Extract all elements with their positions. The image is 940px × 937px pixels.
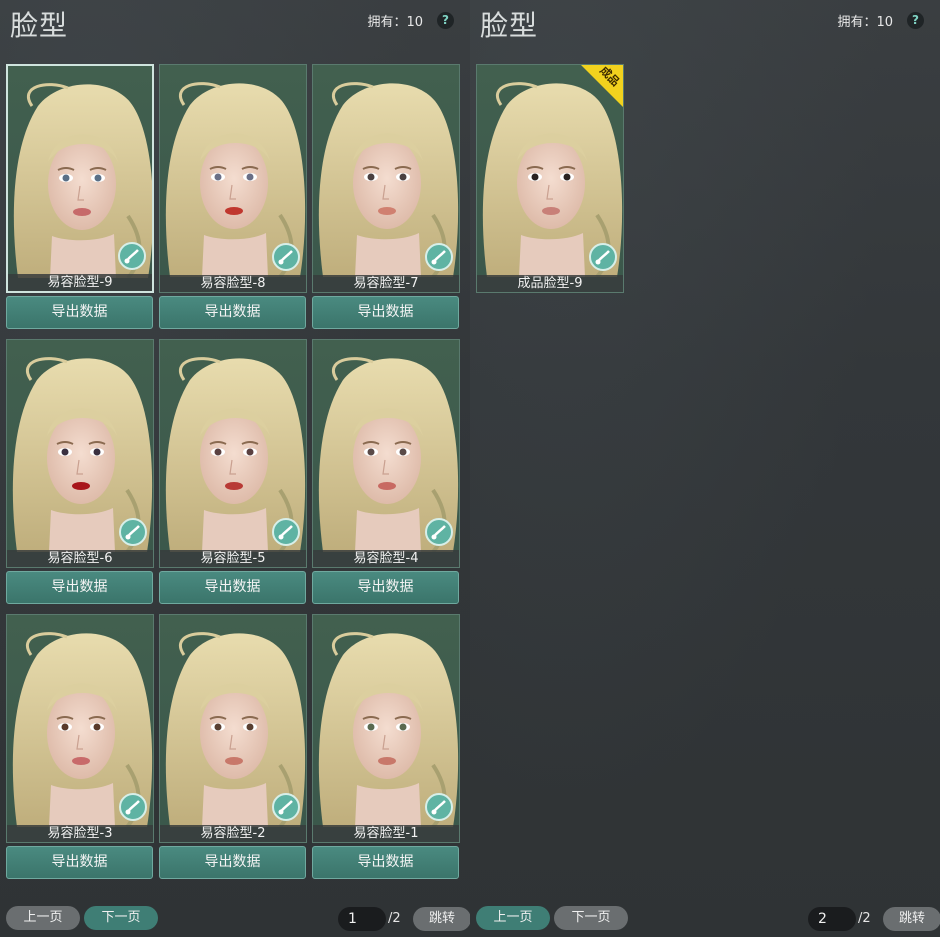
brush-icon[interactable] xyxy=(425,243,453,271)
face-card[interactable]: 易容脸型-7 xyxy=(312,64,460,293)
owned-label: 拥有：10 xyxy=(367,15,423,30)
brush-icon-glyph xyxy=(431,800,446,815)
page-number-input[interactable] xyxy=(338,907,386,931)
brush-icon[interactable] xyxy=(119,793,147,821)
face-card[interactable]: 易容脸型-4 xyxy=(312,339,460,568)
export-data-button[interactable]: 导出数据 xyxy=(312,846,459,879)
brush-icon-glyph xyxy=(595,250,610,265)
page-total: /2 xyxy=(388,911,401,926)
next-page-button[interactable]: 下一页 xyxy=(554,906,628,930)
export-data-button[interactable]: 导出数据 xyxy=(312,571,459,604)
jump-button[interactable]: 跳转 xyxy=(413,907,471,931)
face-card-label: 易容脸型-3 xyxy=(7,825,153,842)
face-card-label: 易容脸型-2 xyxy=(160,825,306,842)
face-card-label: 易容脸型-4 xyxy=(313,550,459,567)
panel-title: 脸型 xyxy=(10,9,69,42)
page-number-input[interactable] xyxy=(808,907,856,931)
brush-icon[interactable] xyxy=(272,243,300,271)
brush-icon[interactable] xyxy=(425,793,453,821)
brush-icon-glyph xyxy=(125,800,140,815)
export-data-button[interactable]: 导出数据 xyxy=(6,846,153,879)
brush-icon-glyph xyxy=(278,525,293,540)
page-total: /2 xyxy=(858,911,871,926)
face-card[interactable]: 易容脸型-5 xyxy=(159,339,307,568)
face-card[interactable]: 易容脸型-8 xyxy=(159,64,307,293)
brush-icon-glyph xyxy=(431,250,446,265)
brush-icon-glyph xyxy=(431,525,446,540)
panel-title: 脸型 xyxy=(480,9,539,42)
brush-icon[interactable] xyxy=(118,242,146,270)
face-card-label: 易容脸型-1 xyxy=(313,825,459,842)
face-card[interactable]: 易容脸型-2 xyxy=(159,614,307,843)
face-card[interactable]: 易容脸型-6 xyxy=(6,339,154,568)
face-card-label: 成品脸型-9 xyxy=(477,275,623,292)
face-card-label: 易容脸型-7 xyxy=(313,275,459,292)
face-card[interactable]: 易容脸型-1 xyxy=(312,614,460,843)
owned-label: 拥有：10 xyxy=(837,15,893,30)
face-card-label: 易容脸型-9 xyxy=(8,274,152,291)
face-card-label: 易容脸型-5 xyxy=(160,550,306,567)
badge-label: 成品 xyxy=(597,65,623,89)
export-data-button[interactable]: 导出数据 xyxy=(159,846,306,879)
brush-icon[interactable] xyxy=(425,518,453,546)
help-icon[interactable]: ? xyxy=(437,12,454,29)
brush-icon[interactable] xyxy=(119,518,147,546)
finished-badge: 成品 xyxy=(581,65,623,107)
brush-icon-glyph xyxy=(124,249,139,264)
prev-page-button[interactable]: 上一页 xyxy=(476,906,550,930)
export-data-button[interactable]: 导出数据 xyxy=(159,296,306,329)
brush-icon-glyph xyxy=(278,800,293,815)
owned-count: 拥有：10 ? xyxy=(837,11,924,30)
brush-icon[interactable] xyxy=(272,518,300,546)
export-data-button[interactable]: 导出数据 xyxy=(312,296,459,329)
brush-icon[interactable] xyxy=(272,793,300,821)
jump-button[interactable]: 跳转 xyxy=(883,907,940,931)
face-card-label: 易容脸型-8 xyxy=(160,275,306,292)
face-card[interactable]: 易容脸型-9 xyxy=(6,64,154,293)
help-icon[interactable]: ? xyxy=(907,12,924,29)
face-panel-right: 脸型 拥有：10 ? 成品 成品脸型-9 上一页 下一页 2 /2 跳转 xyxy=(470,0,940,937)
face-card[interactable]: 成品 成品脸型-9 xyxy=(476,64,624,293)
face-card[interactable]: 易容脸型-3 xyxy=(6,614,154,843)
export-data-button[interactable]: 导出数据 xyxy=(159,571,306,604)
brush-icon-glyph xyxy=(278,250,293,265)
brush-icon[interactable] xyxy=(589,243,617,271)
export-data-button[interactable]: 导出数据 xyxy=(6,571,153,604)
prev-page-button[interactable]: 上一页 xyxy=(6,906,80,930)
brush-icon-glyph xyxy=(125,525,140,540)
face-card-label: 易容脸型-6 xyxy=(7,550,153,567)
face-panel-left: 脸型 拥有：10 ? 易容脸型-9 导出数据 易容脸型-8 导出数据 易容脸型-… xyxy=(0,0,471,937)
owned-count: 拥有：10 ? xyxy=(367,11,454,30)
next-page-button[interactable]: 下一页 xyxy=(84,906,158,930)
export-data-button[interactable]: 导出数据 xyxy=(6,296,153,329)
